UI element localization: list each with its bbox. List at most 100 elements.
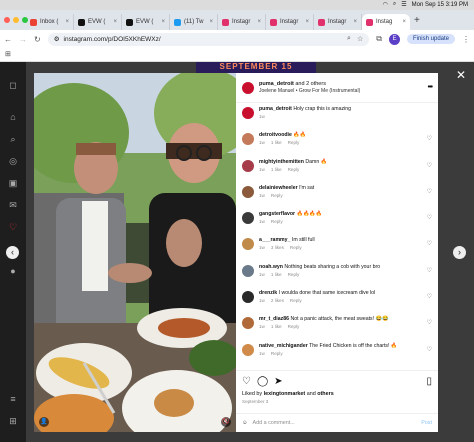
browser-tab[interactable]: EVW (× <box>122 14 170 30</box>
site-info-icon[interactable]: ⚙ <box>54 35 60 43</box>
audio-mute-icon[interactable]: 🔇 <box>221 417 231 427</box>
browser-tab-active[interactable]: Instag × <box>362 14 410 30</box>
search-icon[interactable]: ⌕ <box>8 134 18 144</box>
reply-button[interactable]: Reply <box>290 244 302 251</box>
also-from-meta-icon[interactable]: ⊞ <box>8 416 18 426</box>
address-bar[interactable]: ⚙ instagram.com/p/DOI5XKhEWXz/ ⌕ ☆ <box>47 32 370 46</box>
comment-like-heart-icon[interactable]: ♡ <box>427 188 432 195</box>
liked-by-user[interactable]: lexingtonmarket <box>264 391 306 397</box>
commenter-avatar[interactable] <box>242 343 254 356</box>
emoji-icon[interactable]: ☺ <box>242 420 248 426</box>
commenter-username[interactable]: delainiewheeler <box>259 185 298 191</box>
author-avatar[interactable] <box>242 81 254 94</box>
comment-likes[interactable]: 1 like <box>271 166 282 173</box>
close-tab-icon[interactable]: × <box>209 19 213 25</box>
previous-post-icon[interactable]: ‹ <box>6 246 19 259</box>
browser-tab[interactable]: Instagr × <box>314 14 362 30</box>
commenter-avatar[interactable] <box>242 159 254 172</box>
new-tab-icon[interactable]: + <box>414 15 420 26</box>
reply-button[interactable]: Reply <box>288 323 300 330</box>
wifi-icon[interactable]: ◠ <box>383 1 388 8</box>
collaborators-text[interactable]: and 2 others <box>295 81 326 87</box>
comment-like-heart-icon[interactable]: ♡ <box>427 240 432 247</box>
forward-icon[interactable]: → <box>19 35 27 44</box>
author-username[interactable]: puma_detroit <box>259 81 294 87</box>
reply-button[interactable]: Reply <box>288 139 300 146</box>
comment-like-heart-icon[interactable]: ♡ <box>427 346 432 353</box>
commenter-username[interactable]: drenzik <box>259 290 277 296</box>
menu-icon[interactable]: ≡ <box>8 394 18 404</box>
commenter-avatar[interactable] <box>242 291 254 304</box>
commenter-avatar[interactable] <box>242 264 254 277</box>
apps-grid-icon[interactable]: ⊞ <box>5 51 11 58</box>
close-tab-icon[interactable]: × <box>402 19 406 25</box>
commenter-avatar[interactable] <box>242 133 254 146</box>
post-photo[interactable]: 👤 🔇 <box>34 73 236 432</box>
commenter-username[interactable]: native_michigander <box>259 343 308 349</box>
add-comment-input[interactable]: Add a comment... <box>253 420 295 426</box>
comment-like-heart-icon[interactable]: ♡ <box>427 267 432 274</box>
reply-button[interactable]: Reply <box>288 166 300 173</box>
comment-likes[interactable]: 1 like <box>271 139 282 146</box>
like-heart-icon[interactable]: ♡ <box>242 376 251 387</box>
commenter-avatar[interactable] <box>242 185 254 198</box>
notifications-heart-icon[interactable]: ♡ <box>8 222 18 232</box>
reels-icon[interactable]: ▣ <box>8 178 18 188</box>
commenter-username[interactable]: noah.wyn <box>259 264 283 270</box>
commenter-username[interactable]: mightyinthemitten <box>259 159 304 165</box>
close-tab-icon[interactable]: × <box>161 19 165 25</box>
zoom-search-icon[interactable]: ⌕ <box>347 35 351 43</box>
close-tab-icon[interactable]: × <box>65 19 69 25</box>
close-tab-icon[interactable]: × <box>257 19 261 25</box>
audio-attribution[interactable]: Joelene Manuel • Grow For Me (Instrument… <box>259 88 423 95</box>
profile-avatar[interactable]: E <box>388 33 400 45</box>
share-icon[interactable]: ➤ <box>274 376 282 387</box>
comment-likes[interactable]: 1 like <box>271 271 282 278</box>
browser-tab[interactable]: (11) Tw × <box>170 14 218 30</box>
reply-button[interactable]: Reply <box>288 271 300 278</box>
more-options-icon[interactable]: ••• <box>428 84 433 91</box>
comment-icon[interactable]: ◯ <box>257 376 268 387</box>
caption-avatar[interactable] <box>242 107 254 119</box>
browser-tab[interactable]: EVW (× <box>74 14 122 30</box>
search-icon[interactable]: ⌕ <box>393 1 396 8</box>
commenter-username[interactable]: gangsterflavor <box>259 211 295 217</box>
commenter-avatar[interactable] <box>242 212 254 225</box>
commenter-avatar[interactable] <box>242 238 254 251</box>
reply-button[interactable]: Reply <box>271 218 283 225</box>
commenter-username[interactable]: a___rammy_ <box>259 237 290 243</box>
comment-like-heart-icon[interactable]: ♡ <box>427 293 432 300</box>
close-post-icon[interactable]: ✕ <box>456 68 466 82</box>
caption-username[interactable]: puma_detroit <box>259 106 292 112</box>
browser-tab[interactable]: Inbox (× <box>26 14 74 30</box>
browser-tab[interactable]: Instagr × <box>218 14 266 30</box>
comment-likes[interactable]: 3 likes <box>271 244 284 251</box>
reply-button[interactable]: Reply <box>290 297 302 304</box>
bookmark-star-icon[interactable]: ☆ <box>357 35 363 43</box>
close-tab-icon[interactable]: × <box>353 19 357 25</box>
next-post-icon[interactable]: › <box>453 246 466 259</box>
comment-like-heart-icon[interactable]: ♡ <box>427 214 432 221</box>
close-tab-icon[interactable]: × <box>113 19 117 25</box>
url-text[interactable]: instagram.com/p/DOI5XKhEWXz/ <box>64 36 161 43</box>
browser-tab[interactable]: Instagr × <box>266 14 314 30</box>
profile-avatar-icon[interactable]: ● <box>8 266 18 276</box>
control-center-icon[interactable]: ☰ <box>401 1 406 8</box>
instagram-logo-icon[interactable]: ◻ <box>8 80 18 90</box>
explore-icon[interactable]: ◎ <box>8 156 18 166</box>
commenter-username[interactable]: mr_t_diaz86 <box>259 316 289 322</box>
liked-by-others[interactable]: others <box>317 391 333 397</box>
commenter-username[interactable]: detroitvoodie <box>259 132 292 138</box>
tagged-user-icon[interactable]: 👤 <box>39 417 49 427</box>
more-options-icon[interactable]: ⋮ <box>462 35 470 44</box>
reply-button[interactable]: Reply <box>271 192 283 199</box>
reload-icon[interactable]: ↻ <box>34 35 41 44</box>
home-icon[interactable]: ⌂ <box>8 112 18 122</box>
minimize-window-button[interactable] <box>13 17 19 23</box>
close-tab-icon[interactable]: × <box>305 19 309 25</box>
messages-icon[interactable]: ✉ <box>8 200 18 210</box>
close-window-button[interactable] <box>4 17 10 23</box>
back-icon[interactable]: ← <box>4 35 12 44</box>
comment-likes[interactable]: 2 likes <box>271 297 284 304</box>
zoom-window-button[interactable] <box>22 17 28 23</box>
